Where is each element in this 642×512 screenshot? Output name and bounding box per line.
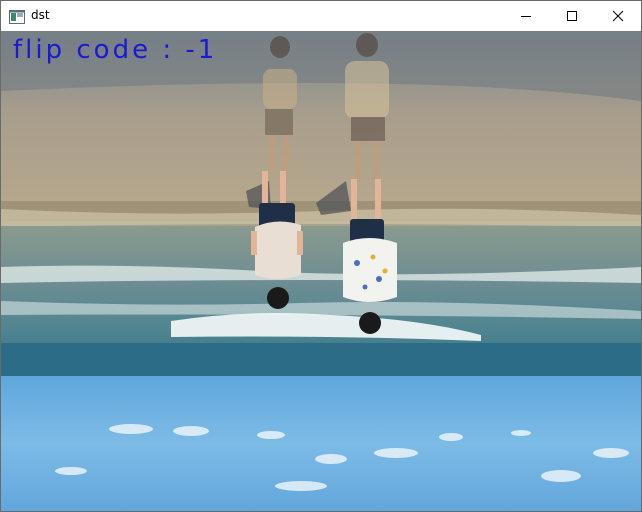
close-icon xyxy=(612,10,624,22)
minimize-button[interactable] xyxy=(503,1,549,31)
flipped-beach-image xyxy=(1,31,641,511)
image-canvas: flip code : -1 xyxy=(1,31,641,511)
maximize-icon xyxy=(567,11,577,21)
title-bar[interactable]: dst xyxy=(1,1,641,31)
app-icon xyxy=(9,9,25,24)
flip-code-label: flip code : -1 xyxy=(13,35,218,65)
minimize-icon xyxy=(521,16,531,17)
app-window: dst flip code: -1 xyxy=(0,0,642,512)
maximize-button[interactable] xyxy=(549,1,595,31)
close-button[interactable] xyxy=(595,1,641,31)
window-title: dst xyxy=(31,8,50,22)
